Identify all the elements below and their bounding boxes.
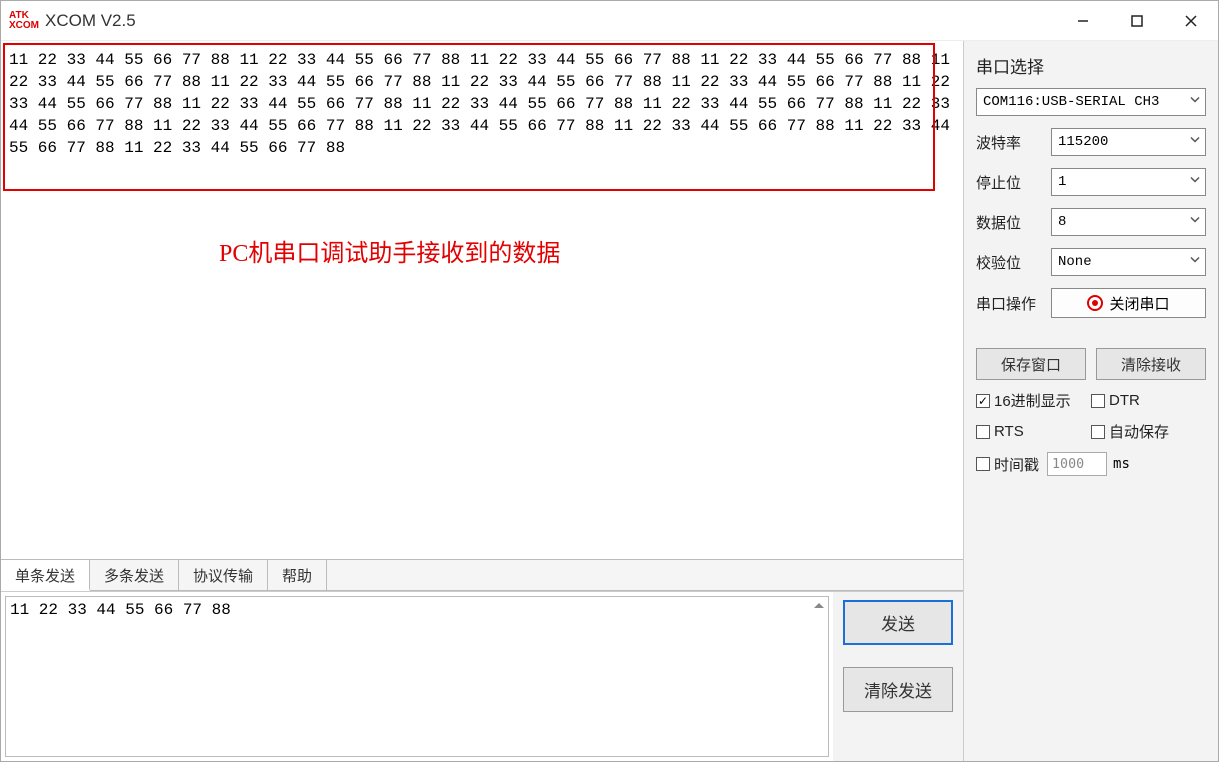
window-title: XCOM V2.5 bbox=[45, 11, 136, 31]
main-column: 11 22 33 44 55 66 77 88 11 22 33 44 55 6… bbox=[1, 41, 964, 761]
baud-select[interactable]: 115200 bbox=[1051, 128, 1206, 156]
minimize-button[interactable] bbox=[1056, 1, 1110, 40]
parity-label: 校验位 bbox=[976, 252, 1051, 273]
close-button[interactable] bbox=[1164, 1, 1218, 40]
send-input-wrap bbox=[5, 596, 829, 757]
receive-area: 11 22 33 44 55 66 77 88 11 22 33 44 55 6… bbox=[1, 41, 963, 559]
app-window: ATK XCOM XCOM V2.5 11 22 33 44 55 66 77 … bbox=[0, 0, 1219, 762]
send-button[interactable]: 发送 bbox=[843, 600, 953, 645]
maximize-button[interactable] bbox=[1110, 1, 1164, 40]
tab-2[interactable]: 协议传输 bbox=[179, 560, 268, 590]
rts-checkbox[interactable]: RTS bbox=[976, 423, 1091, 440]
clear-receive-button[interactable]: 清除接收 bbox=[1096, 348, 1206, 380]
baud-label: 波特率 bbox=[976, 132, 1051, 153]
stopbits-select[interactable]: 1 bbox=[1051, 168, 1206, 196]
send-input[interactable] bbox=[6, 597, 828, 756]
status-indicator-icon bbox=[1087, 295, 1103, 311]
chevron-down-icon bbox=[1189, 174, 1201, 191]
app-logo-icon: ATK XCOM bbox=[9, 11, 39, 31]
chevron-down-icon bbox=[1189, 94, 1201, 111]
chevron-down-icon bbox=[1189, 134, 1201, 151]
timestamp-interval-input[interactable] bbox=[1047, 452, 1107, 476]
chevron-down-icon bbox=[1189, 214, 1201, 231]
dtr-checkbox[interactable]: DTR bbox=[1091, 392, 1206, 409]
hex-display-checkbox[interactable]: 16进制显示 bbox=[976, 390, 1091, 411]
port-op-label: 串口操作 bbox=[976, 293, 1051, 314]
port-section-title: 串口选择 bbox=[976, 53, 1206, 78]
tab-1[interactable]: 多条发送 bbox=[90, 560, 179, 590]
parity-select[interactable]: None bbox=[1051, 248, 1206, 276]
databits-label: 数据位 bbox=[976, 212, 1051, 233]
side-panel: 串口选择 COM116:USB-SERIAL CH3 波特率 115200 停止… bbox=[964, 41, 1218, 761]
stopbits-label: 停止位 bbox=[976, 172, 1051, 193]
port-select[interactable]: COM116:USB-SERIAL CH3 bbox=[976, 88, 1206, 116]
save-window-button[interactable]: 保存窗口 bbox=[976, 348, 1086, 380]
timestamp-checkbox[interactable]: 时间戳 bbox=[976, 454, 1039, 475]
options-group: 16进制显示 DTR RTS 自动保存 时间戳 bbox=[976, 390, 1206, 486]
autosave-checkbox[interactable]: 自动保存 bbox=[1091, 421, 1206, 442]
ms-label: ms bbox=[1113, 456, 1130, 472]
port-toggle-button[interactable]: 关闭串口 bbox=[1051, 288, 1206, 318]
tab-3[interactable]: 帮助 bbox=[268, 560, 327, 590]
send-buttons: 发送 清除发送 bbox=[833, 592, 963, 761]
clear-send-button[interactable]: 清除发送 bbox=[843, 667, 953, 712]
send-tabs: 单条发送多条发送协议传输帮助 bbox=[1, 559, 963, 591]
receive-text[interactable]: 11 22 33 44 55 66 77 88 11 22 33 44 55 6… bbox=[7, 47, 957, 161]
window-controls bbox=[1056, 1, 1218, 40]
scroll-up-icon[interactable] bbox=[812, 599, 826, 616]
chevron-down-icon bbox=[1189, 254, 1201, 271]
send-row: 发送 清除发送 bbox=[1, 591, 963, 761]
tab-0[interactable]: 单条发送 bbox=[1, 560, 90, 591]
titlebar: ATK XCOM XCOM V2.5 bbox=[1, 1, 1218, 41]
databits-select[interactable]: 8 bbox=[1051, 208, 1206, 236]
